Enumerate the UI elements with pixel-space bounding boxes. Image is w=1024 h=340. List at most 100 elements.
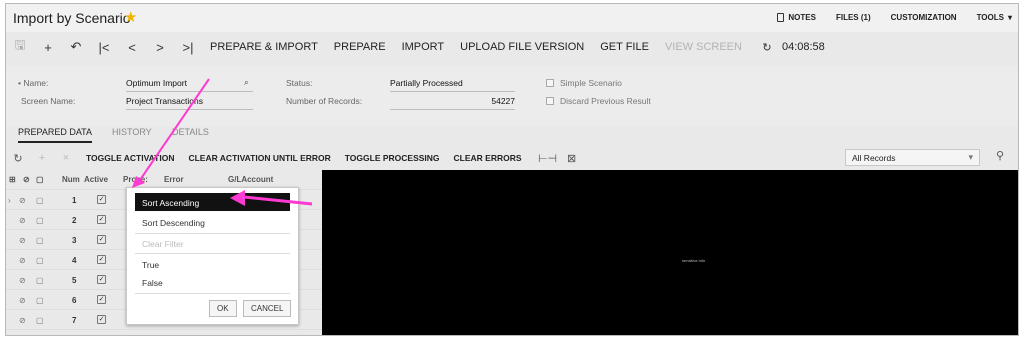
toggle-activation-button[interactable]: TOGGLE ACTIVATION: [86, 153, 174, 163]
notes-button[interactable]: NOTES: [777, 13, 816, 22]
attachment-icon[interactable]: ⊘: [19, 196, 26, 205]
active-checkbox[interactable]: ✓: [97, 315, 106, 324]
get-file-button[interactable]: GET FILE: [600, 41, 649, 53]
clear-activation-button[interactable]: CLEAR ACTIVATION UNTIL ERROR: [188, 153, 330, 163]
active-checkbox[interactable]: ✓: [97, 275, 106, 284]
add-row-icon[interactable]: +: [30, 152, 54, 164]
tab-prepared-data[interactable]: PREPARED DATA: [18, 127, 93, 143]
records-filter-select[interactable]: All Records ▾: [845, 149, 980, 166]
false-option[interactable]: False: [135, 273, 290, 291]
grid-toolbar: ↻ + × TOGGLE ACTIVATION CLEAR ACTIVATION…: [6, 146, 1018, 170]
summary-form: • Name: Optimum Import ⌕ Screen Name: Pr…: [6, 66, 1018, 126]
attachment-icon[interactable]: ⊘: [19, 276, 26, 285]
column-processed[interactable]: Proce:: [123, 175, 148, 184]
attachment-header-icon: ⊘: [23, 175, 30, 184]
clock-time: 04:08:58: [781, 41, 825, 53]
files-button[interactable]: FILES (1): [836, 13, 871, 22]
simple-scenario-label: Simple Scenario: [560, 78, 622, 88]
tools-button[interactable]: TOOLS ▾: [977, 13, 1012, 22]
customization-button[interactable]: CUSTOMIZATION: [891, 13, 957, 22]
active-checkbox[interactable]: ✓: [97, 295, 106, 304]
prepare-button[interactable]: PREPARE: [334, 41, 386, 53]
clear-filter-item[interactable]: Clear Filter: [135, 234, 290, 252]
note-icon[interactable]: ▢: [36, 256, 44, 265]
undo-icon[interactable]: ↶: [62, 39, 90, 55]
column-active[interactable]: Active: [84, 175, 108, 184]
active-checkbox[interactable]: ✓: [97, 195, 106, 204]
filter-icon[interactable]: ⚲: [996, 149, 1004, 162]
save-icon[interactable]: 🖫: [6, 36, 34, 58]
prev-icon[interactable]: <: [118, 40, 146, 55]
active-checkbox[interactable]: ✓: [97, 335, 106, 336]
attachment-icon[interactable]: ⊘: [19, 316, 26, 325]
note-icon[interactable]: ▢: [36, 296, 44, 305]
records-field: 54227: [390, 96, 515, 110]
simple-scenario-checkbox[interactable]: [546, 79, 554, 87]
toggle-processing-button[interactable]: TOGGLE PROCESSING: [345, 153, 440, 163]
last-icon[interactable]: >|: [174, 40, 202, 55]
refresh-icon[interactable]: ↻: [6, 152, 30, 165]
true-option[interactable]: True: [135, 255, 290, 273]
filter-value: All Records: [852, 153, 896, 163]
upload-file-version-button[interactable]: UPLOAD FILE VERSION: [460, 41, 584, 53]
view-screen-button[interactable]: VIEW SCREEN: [665, 41, 742, 53]
app-window: Import by Scenario ★ NOTES FILES (1) CUS…: [5, 3, 1019, 336]
title-bar: Import by Scenario ★ NOTES FILES (1) CUS…: [6, 4, 1018, 32]
sensitive-info-label: sensitive info: [682, 258, 706, 263]
status-label: Status:: [286, 78, 313, 88]
next-icon[interactable]: >: [146, 40, 174, 55]
active-checkbox[interactable]: ✓: [97, 235, 106, 244]
name-label: • Name:: [18, 78, 49, 88]
active-checkbox[interactable]: ✓: [97, 255, 106, 264]
sort-ascending-item[interactable]: Sort Ascending: [135, 193, 290, 211]
refresh-icon[interactable]: ↻: [758, 41, 776, 54]
row-number: 1: [72, 196, 77, 205]
ok-button[interactable]: OK: [209, 300, 237, 317]
row-number: 7: [72, 316, 77, 325]
row-selector-icon[interactable]: ›: [8, 196, 11, 205]
note-icon[interactable]: ▢: [36, 276, 44, 285]
row-number: 4: [72, 256, 77, 265]
tab-history[interactable]: HISTORY: [112, 127, 152, 137]
note-icon[interactable]: ▢: [36, 236, 44, 245]
fit-columns-icon[interactable]: ⊢⊣: [536, 152, 560, 165]
row-number: 3: [72, 236, 77, 245]
row-number: 6: [72, 296, 77, 305]
tab-details[interactable]: DETAILS: [172, 127, 209, 137]
sort-descending-item[interactable]: Sort Descending: [135, 213, 290, 231]
screen-name-field[interactable]: Project Transactions: [126, 96, 253, 110]
delete-row-icon[interactable]: ×: [54, 152, 78, 164]
attachment-icon[interactable]: ⊘: [19, 216, 26, 225]
column-error[interactable]: Error: [164, 175, 184, 184]
favorite-star-icon[interactable]: ★: [124, 8, 137, 26]
export-excel-icon[interactable]: ⊠: [560, 152, 584, 165]
note-header-icon: ▢: [36, 175, 44, 184]
menu-divider: [135, 293, 290, 294]
tools-caret-icon: ▾: [1007, 13, 1012, 22]
page-title: Import by Scenario: [13, 10, 131, 26]
column-num[interactable]: Num: [62, 175, 80, 184]
search-icon[interactable]: ⌕: [244, 77, 249, 88]
import-button[interactable]: IMPORT: [402, 41, 445, 53]
add-icon[interactable]: +: [34, 40, 62, 55]
table-row[interactable]: ⊘▢8✓: [6, 329, 322, 336]
cancel-button[interactable]: CANCEL: [243, 300, 292, 317]
column-gl-account[interactable]: G/LAccount: [228, 175, 273, 184]
note-icon[interactable]: ▢: [36, 316, 44, 325]
prepare-import-button[interactable]: PREPARE & IMPORT: [210, 41, 318, 53]
name-field[interactable]: Optimum Import: [126, 78, 253, 92]
note-icon[interactable]: ▢: [36, 196, 44, 205]
attachment-icon[interactable]: ⊘: [19, 236, 26, 245]
discard-previous-checkbox[interactable]: [546, 97, 554, 105]
clear-errors-button[interactable]: CLEAR ERRORS: [454, 153, 522, 163]
top-actions: NOTES FILES (1) CUSTOMIZATION TOOLS ▾: [777, 13, 1012, 22]
active-checkbox[interactable]: ✓: [97, 215, 106, 224]
screen-name-label: Screen Name:: [21, 96, 76, 106]
main-toolbar: 🖫 + ↶ |< < > >| PREPARE & IMPORT PREPARE…: [6, 34, 1018, 60]
row-settings-icon[interactable]: ⊞: [9, 175, 16, 184]
attachment-icon[interactable]: ⊘: [19, 296, 26, 305]
attachment-icon[interactable]: ⊘: [19, 256, 26, 265]
records-label: Number of Records:: [286, 96, 363, 106]
note-icon[interactable]: ▢: [36, 216, 44, 225]
first-icon[interactable]: |<: [90, 40, 118, 55]
